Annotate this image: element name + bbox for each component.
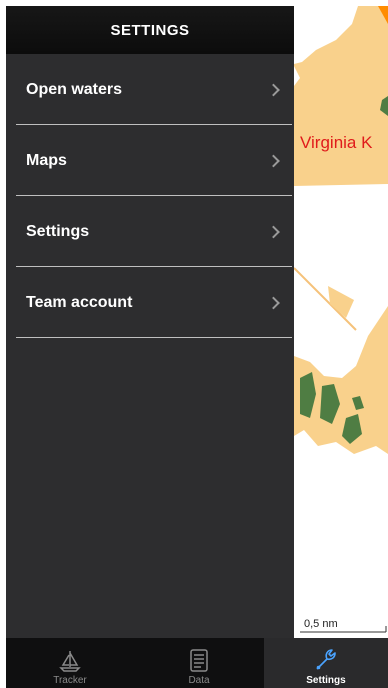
sailboat-icon (59, 651, 81, 672)
chevron-right-icon (267, 154, 280, 167)
wrench-icon (316, 649, 336, 670)
map-place-label: Virginia K (300, 133, 373, 152)
menu-item-label: Maps (26, 151, 67, 169)
tab-bar: Tracker Data Settings (6, 638, 388, 688)
menu-item-label: Open waters (26, 80, 123, 98)
map-scale-label: 0,5 nm (304, 618, 338, 630)
sidebar-title: SETTINGS (110, 21, 190, 39)
chevron-right-icon (267, 225, 280, 238)
document-icon (190, 649, 208, 672)
chevron-right-icon (267, 83, 280, 96)
tab-data[interactable]: Data (134, 638, 264, 688)
tab-label: Settings (306, 675, 346, 686)
menu-item-label: Settings (26, 222, 90, 240)
menu-item-settings[interactable]: Settings (6, 196, 294, 267)
map-view[interactable]: Virginia K 0,5 nm (294, 6, 388, 638)
settings-sidebar: SETTINGS Open waters Maps Settings Team … (6, 6, 294, 638)
menu-item-label: Team account (26, 293, 133, 311)
phone-screen: Virginia K 0,5 nm SETTINGS Open waters M… (6, 6, 388, 688)
menu-item-open-waters[interactable]: Open waters (6, 54, 294, 125)
tab-settings[interactable]: Settings (264, 638, 388, 688)
chevron-right-icon (267, 296, 280, 309)
tab-label: Tracker (53, 675, 87, 686)
menu-item-maps[interactable]: Maps (6, 125, 294, 196)
sidebar-header: SETTINGS (6, 6, 294, 54)
menu-item-team-account[interactable]: Team account (6, 267, 294, 338)
tab-tracker[interactable]: Tracker (6, 638, 134, 688)
map-graphic (294, 6, 388, 638)
tab-label: Data (188, 675, 210, 686)
